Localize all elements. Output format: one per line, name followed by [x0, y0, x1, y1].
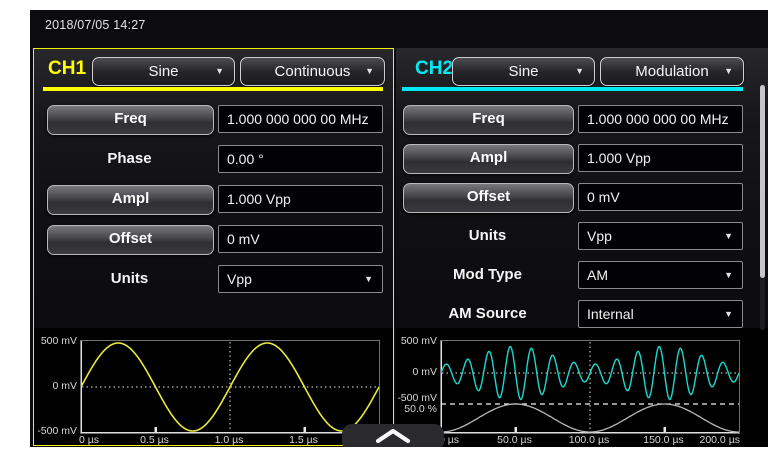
- ch2-mode-dropdown[interactable]: Modulation ▼: [600, 57, 744, 86]
- axis-tick-label: 50.0 µs: [493, 434, 537, 446]
- ch2-label: CH2: [415, 58, 453, 80]
- ch1-run-mode-value: Continuous: [275, 63, 351, 80]
- ch2-waveform-type-value: Sine: [508, 63, 538, 80]
- device-screen: 2018/07/05 14:27 CH1 Sine ▼ Continuous ▼…: [30, 10, 768, 447]
- ch2-ampl-button[interactable]: Ampl: [403, 144, 574, 174]
- collapse-panel-button[interactable]: [342, 424, 444, 447]
- ch2-freq-value[interactable]: 1.000 000 000 00 MHz: [578, 105, 743, 133]
- chevron-down-icon: ▼: [724, 223, 733, 249]
- axis-tick-label: 100.0 µs: [567, 434, 611, 446]
- ch1-accent-rule: [43, 87, 383, 91]
- axis-tick-label: 1.0 µs: [207, 434, 251, 446]
- chevron-down-icon: ▼: [724, 58, 733, 85]
- ch1-label: CH1: [48, 58, 86, 80]
- ch1-units-dropdown[interactable]: Vpp ▼: [218, 265, 383, 293]
- chevron-down-icon: ▼: [575, 58, 584, 85]
- chevron-down-icon: ▼: [215, 58, 224, 85]
- chevron-down-icon: ▼: [724, 262, 733, 288]
- axis-tick-label: 0 mV: [32, 380, 77, 392]
- ch2-units-label: Units: [403, 222, 572, 250]
- scrollbar-track: [760, 85, 765, 330]
- ch1-offset-button[interactable]: Offset: [47, 225, 214, 255]
- axis-tick-label: 0 mV: [392, 366, 437, 378]
- scrollbar-thumb[interactable]: [760, 85, 765, 278]
- ch1-waveform-type-value: Sine: [148, 63, 178, 80]
- ch1-freq-button[interactable]: Freq: [47, 105, 214, 135]
- ch2-freq-button[interactable]: Freq: [403, 105, 574, 135]
- axis-tick-label: 1.5 µs: [282, 434, 326, 446]
- chevron-down-icon: ▼: [365, 58, 374, 85]
- ch1-units-label: Units: [47, 265, 212, 293]
- ch1-freq-value[interactable]: 1.000 000 000 00 MHz: [218, 105, 383, 133]
- ch2-am-source-dropdown[interactable]: Internal ▼: [578, 300, 743, 328]
- ch2-am-source-label: AM Source: [403, 300, 572, 328]
- ch2-mod-type-dropdown[interactable]: AM ▼: [578, 261, 743, 289]
- ch2-offset-button[interactable]: Offset: [403, 183, 574, 213]
- axis-tick-label: -500 mV: [32, 425, 77, 437]
- ch2-units-value: Vpp: [587, 228, 612, 244]
- ch1-ampl-value[interactable]: 1.000 Vpp: [218, 185, 383, 213]
- ch2-waveform-type-dropdown[interactable]: Sine ▼: [452, 57, 595, 86]
- axis-tick-label: 50.0 %: [392, 403, 437, 415]
- datetime-display: 2018/07/05 14:27: [45, 18, 146, 32]
- axis-tick-label: 500 mV: [392, 335, 437, 347]
- ch2-waveform-plot: [440, 340, 740, 434]
- ch2-offset-value[interactable]: 0 mV: [578, 183, 743, 211]
- chevron-down-icon: ▼: [364, 266, 373, 292]
- axis-tick-label: 0 µs: [79, 434, 123, 446]
- axis-tick-label: 200.0 µs: [698, 434, 740, 446]
- ch1-ampl-button[interactable]: Ampl: [47, 185, 214, 215]
- ch1-units-value: Vpp: [227, 271, 252, 287]
- ch1-phase-label: Phase: [47, 145, 212, 173]
- ch1-run-mode-dropdown[interactable]: Continuous ▼: [240, 57, 385, 86]
- ch1-waveform-type-dropdown[interactable]: Sine ▼: [92, 57, 235, 86]
- axis-tick-label: 150.0 µs: [642, 434, 686, 446]
- ch2-mod-type-value: AM: [587, 267, 608, 283]
- axis-tick-label: 0.5 µs: [133, 434, 177, 446]
- ch2-units-dropdown[interactable]: Vpp ▼: [578, 222, 743, 250]
- ch2-am-source-value: Internal: [587, 306, 634, 322]
- axis-tick-label: 500 mV: [32, 335, 77, 347]
- ch2-ampl-value[interactable]: 1.000 Vpp: [578, 144, 743, 172]
- ch2-mod-type-label: Mod Type: [403, 261, 572, 289]
- ch1-phase-value[interactable]: 0.00 °: [218, 145, 383, 173]
- chevron-down-icon: ▼: [724, 301, 733, 327]
- axis-tick-label: 0 µs: [439, 434, 483, 446]
- chevron-up-icon: [342, 424, 444, 447]
- ch1-waveform-plot: [80, 340, 380, 434]
- ch2-accent-rule: [402, 87, 743, 91]
- ch1-offset-value[interactable]: 0 mV: [218, 225, 383, 253]
- ch2-mode-value: Modulation: [635, 63, 708, 80]
